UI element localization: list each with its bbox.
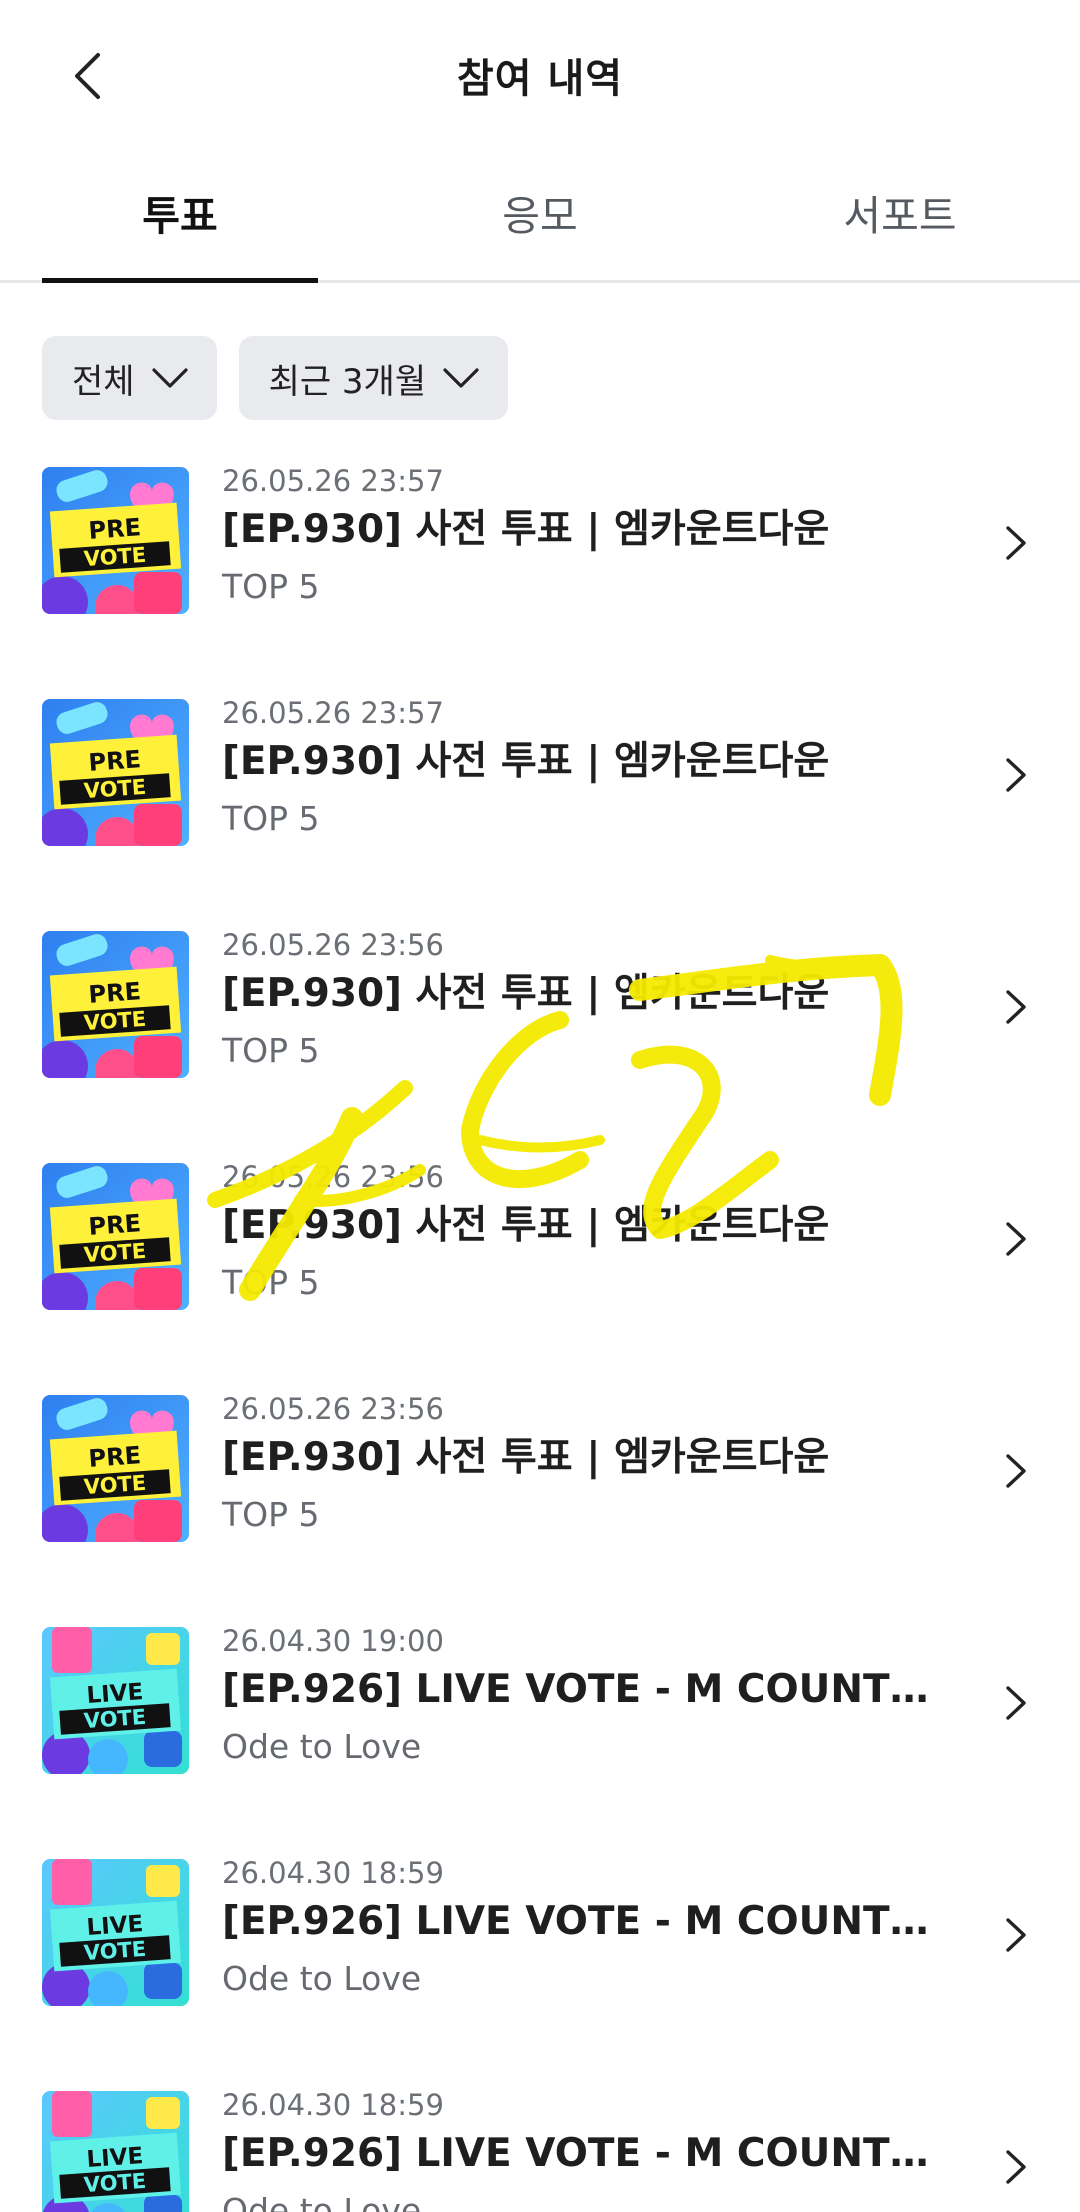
list-item[interactable]: PRE VOTE 26.05.26 23:57 [EP.930] 사전 투표 |… <box>0 460 1080 692</box>
list-item-date: 26.05.26 23:57 <box>222 464 444 498</box>
list-item-text: 26.05.26 23:57 [EP.930] 사전 투표 | 엠카운트다운 T… <box>222 692 952 844</box>
list-item-date: 26.05.26 23:56 <box>222 1160 444 1194</box>
chevron-right-icon <box>994 982 1038 1032</box>
list-item-date: 26.04.30 19:00 <box>222 1624 444 1658</box>
list-item-date: 26.04.30 18:59 <box>222 1856 444 1890</box>
list-item-text: 26.05.26 23:56 [EP.930] 사전 투표 | 엠카운트다운 T… <box>222 1156 952 1308</box>
pre-vote-thumbnail-art: PRE VOTE <box>42 699 189 846</box>
page-title: 참여 내역 <box>456 56 624 102</box>
event-thumbnail: LIVE VOTE <box>42 2091 189 2212</box>
chevron-right-icon <box>994 2142 1038 2192</box>
tab-entry[interactable]: 응모 <box>360 182 720 242</box>
list-item[interactable]: PRE VOTE 26.05.26 23:56 [EP.930] 사전 투표 |… <box>0 1156 1080 1388</box>
chevron-right-icon <box>994 1910 1038 1960</box>
svg-text:VOTE: VOTE <box>83 1239 147 1267</box>
chevron-right-icon <box>994 1446 1038 1496</box>
pre-vote-thumbnail-art: PRE VOTE <box>42 467 189 614</box>
svg-text:VOTE: VOTE <box>83 1007 147 1035</box>
chevron-right-icon <box>994 518 1038 568</box>
list-item[interactable]: PRE VOTE 26.05.26 23:57 [EP.930] 사전 투표 |… <box>0 692 1080 924</box>
list-item-text: 26.04.30 19:00 [EP.926] LIVE VOTE - M CO… <box>222 1620 952 1772</box>
list-item-title: [EP.926] LIVE VOTE - M COUNTDO... <box>222 1899 952 1944</box>
svg-text:PRE: PRE <box>88 745 142 777</box>
event-thumbnail: LIVE VOTE <box>42 1627 189 1774</box>
list-item-subtitle: Ode to Love <box>222 1727 422 1766</box>
list-item-title: [EP.926] LIVE VOTE - M COUNTDO... <box>222 2131 952 2176</box>
active-tab-indicator <box>42 278 318 283</box>
participation-list: PRE VOTE 26.05.26 23:57 [EP.930] 사전 투표 |… <box>0 460 1080 2212</box>
period-filter-dropdown[interactable]: 최근 3개월 <box>238 336 509 420</box>
svg-text:PRE: PRE <box>88 1441 142 1473</box>
event-thumbnail: PRE VOTE <box>42 931 189 1078</box>
list-item[interactable]: LIVE VOTE 26.04.30 19:00 [EP.926] LIVE V… <box>0 1620 1080 1852</box>
list-item-text: 26.04.30 18:59 [EP.926] LIVE VOTE - M CO… <box>222 2084 952 2212</box>
svg-text:VOTE: VOTE <box>83 1471 147 1499</box>
list-item-date: 26.04.30 18:59 <box>222 2088 444 2122</box>
svg-text:LIVE: LIVE <box>86 1911 144 1941</box>
pre-vote-thumbnail-art: PRE VOTE <box>42 1163 189 1310</box>
event-thumbnail: PRE VOTE <box>42 1163 189 1310</box>
chevron-right-icon <box>994 1214 1038 1264</box>
svg-text:VOTE: VOTE <box>83 543 147 571</box>
pre-vote-thumbnail-art: PRE VOTE <box>42 1395 189 1542</box>
list-item-date: 26.05.26 23:56 <box>222 928 444 962</box>
list-item-date: 26.05.26 23:57 <box>222 696 444 730</box>
list-item-text: 26.04.30 18:59 [EP.926] LIVE VOTE - M CO… <box>222 1852 952 2004</box>
list-item-text: 26.05.26 23:57 [EP.930] 사전 투표 | 엠카운트다운 T… <box>222 460 952 612</box>
svg-text:PRE: PRE <box>88 513 142 545</box>
list-item-subtitle: Ode to Love <box>222 2191 422 2212</box>
chevron-down-icon <box>443 368 479 388</box>
period-filter-label: 최근 3개월 <box>268 361 427 402</box>
svg-text:VOTE: VOTE <box>83 1705 147 1733</box>
list-item[interactable]: LIVE VOTE 26.04.30 18:59 [EP.926] LIVE V… <box>0 2084 1080 2212</box>
event-thumbnail: PRE VOTE <box>42 699 189 846</box>
filter-bar: 전체 최근 3개월 <box>42 336 509 420</box>
type-filter-dropdown[interactable]: 전체 <box>42 336 217 420</box>
list-item-title: [EP.930] 사전 투표 | 엠카운트다운 <box>222 1435 830 1480</box>
live-vote-thumbnail-art: LIVE VOTE <box>42 1627 189 1774</box>
svg-text:VOTE: VOTE <box>83 775 147 803</box>
list-item-title: [EP.930] 사전 투표 | 엠카운트다운 <box>222 507 830 552</box>
event-thumbnail: LIVE VOTE <box>42 1859 189 2006</box>
list-item-title: [EP.930] 사전 투표 | 엠카운트다운 <box>222 739 830 784</box>
list-item-text: 26.05.26 23:56 [EP.930] 사전 투표 | 엠카운트다운 T… <box>222 1388 952 1540</box>
svg-text:VOTE: VOTE <box>83 1937 147 1965</box>
type-filter-label: 전체 <box>72 361 135 402</box>
svg-text:LIVE: LIVE <box>86 2143 144 2173</box>
list-item[interactable]: PRE VOTE 26.05.26 23:56 [EP.930] 사전 투표 |… <box>0 1388 1080 1620</box>
header: 참여 내역 <box>0 0 1080 150</box>
live-vote-thumbnail-art: LIVE VOTE <box>42 2091 189 2212</box>
tab-support[interactable]: 서포트 <box>720 182 1080 242</box>
chevron-down-icon <box>151 368 188 388</box>
list-item-title: [EP.930] 사전 투표 | 엠카운트다운 <box>222 1203 830 1248</box>
chevron-right-icon <box>994 1678 1038 1728</box>
svg-text:PRE: PRE <box>88 977 142 1009</box>
list-item[interactable]: PRE VOTE 26.05.26 23:56 [EP.930] 사전 투표 |… <box>0 924 1080 1156</box>
list-item-subtitle: TOP 5 <box>222 799 320 838</box>
svg-text:PRE: PRE <box>88 1209 142 1241</box>
list-item-subtitle: TOP 5 <box>222 1495 320 1534</box>
svg-text:VOTE: VOTE <box>83 2169 147 2197</box>
list-item-subtitle: TOP 5 <box>222 1263 320 1302</box>
tab-bar: 투표 응모 서포트 <box>0 150 1080 283</box>
event-thumbnail: PRE VOTE <box>42 467 189 614</box>
chevron-right-icon <box>994 750 1038 800</box>
list-item-text: 26.05.26 23:56 [EP.930] 사전 투표 | 엠카운트다운 T… <box>222 924 952 1076</box>
event-thumbnail: PRE VOTE <box>42 1395 189 1542</box>
list-item-subtitle: Ode to Love <box>222 1959 422 1998</box>
list-item-subtitle: TOP 5 <box>222 567 320 606</box>
tab-vote[interactable]: 투표 <box>0 182 360 242</box>
list-item-subtitle: TOP 5 <box>222 1031 320 1070</box>
pre-vote-thumbnail-art: PRE VOTE <box>42 931 189 1078</box>
list-item-title: [EP.930] 사전 투표 | 엠카운트다운 <box>222 971 830 1016</box>
svg-text:LIVE: LIVE <box>86 1679 144 1709</box>
live-vote-thumbnail-art: LIVE VOTE <box>42 1859 189 2006</box>
list-item[interactable]: LIVE VOTE 26.04.30 18:59 [EP.926] LIVE V… <box>0 1852 1080 2084</box>
list-item-title: [EP.926] LIVE VOTE - M COUNTDO... <box>222 1667 952 1712</box>
list-item-date: 26.05.26 23:56 <box>222 1392 444 1426</box>
